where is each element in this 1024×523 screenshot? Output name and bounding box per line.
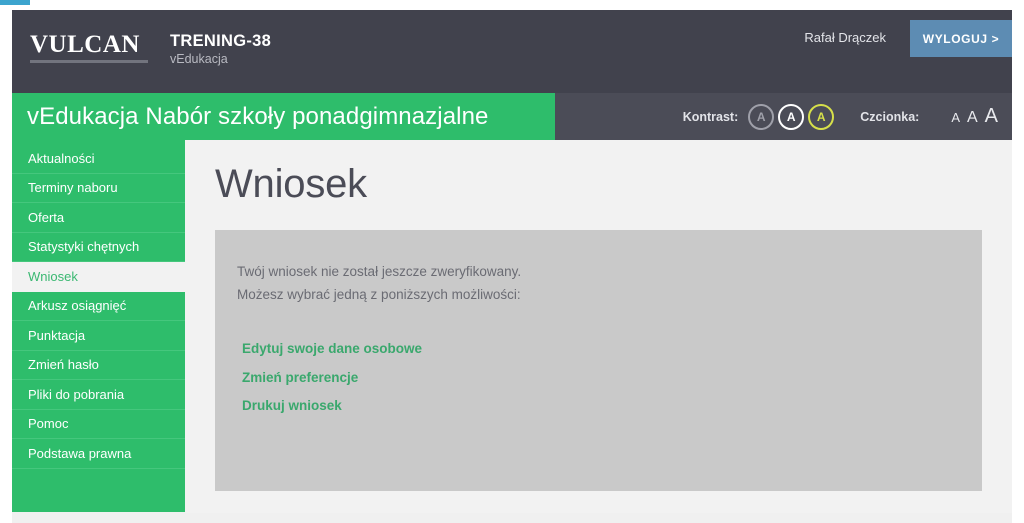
contrast-options: A A A (748, 103, 835, 130)
logged-in-user-name: Rafał Drączek (804, 30, 886, 45)
contrast-option-2[interactable]: A (778, 103, 805, 130)
status-line-1: Twój wniosek nie został jeszcze zweryfik… (237, 264, 522, 279)
sidebar-nav: Aktualności Terminy naboru Oferta Statys… (12, 140, 185, 512)
sidebar-item-pomoc[interactable]: Pomoc (12, 410, 185, 439)
link-drukuj-wniosek[interactable]: Drukuj wniosek (242, 398, 342, 413)
sidebar-item-zmien-haslo[interactable]: Zmień hasło (12, 351, 185, 380)
sidebar-item-statystyki-chetnych[interactable]: Statystyki chętnych (12, 233, 185, 262)
vulcan-logo-text: VULCAN (30, 31, 140, 58)
logout-button[interactable]: WYLOGUJ > (910, 20, 1012, 57)
sidebar-item-podstawa-prawna[interactable]: Podstawa prawna (12, 439, 185, 469)
accessibility-tools: Kontrast: A A A Czcionka: A A A (683, 93, 1004, 140)
sidebar-item-wniosek[interactable]: Wniosek (12, 262, 185, 292)
font-size-small[interactable]: A (951, 110, 960, 125)
top-header-bar: VULCAN TRENING-38 vEdukacja Rafał Drącze… (12, 10, 1012, 93)
sidebar-item-arkusz-osiagniec[interactable]: Arkusz osiągnięć (12, 292, 185, 321)
vulcan-logo: VULCAN (30, 32, 166, 63)
font-size-options: A A A (951, 105, 1004, 128)
link-edytuj-dane-osobowe[interactable]: Edytuj swoje dane osobowe (242, 341, 422, 356)
page-title: Wniosek (215, 162, 367, 206)
browser-loading-strip (0, 0, 30, 5)
sidebar-item-terminy-naboru[interactable]: Terminy naboru (12, 174, 185, 203)
contrast-label: Kontrast: (682, 109, 739, 124)
link-zmien-preferencje[interactable]: Zmień preferencje (242, 370, 358, 385)
font-size-label: Czcionka: (860, 109, 920, 124)
sidebar-item-aktualnosci[interactable]: Aktualności (12, 144, 185, 174)
font-size-medium[interactable]: A (967, 109, 978, 127)
banner-bar: vEdukacja Nabór szkoły ponadgimnazjalne … (12, 93, 1012, 140)
app-name-block: TRENING-38 vEdukacja (166, 32, 271, 67)
sidebar-item-oferta[interactable]: Oferta (12, 203, 185, 233)
app-subtitle: vEdukacja (170, 51, 228, 66)
sidebar-item-pliki-do-pobrania[interactable]: Pliki do pobrania (12, 380, 185, 410)
contrast-option-1[interactable]: A (748, 103, 775, 130)
status-line-2: Możesz wybrać jedną z poniższych możliwo… (237, 287, 521, 302)
banner-title: vEdukacja Nabór szkoły ponadgimnazjalne (27, 102, 489, 130)
app-title: TRENING-38 (170, 32, 272, 50)
wniosek-status-panel: Twój wniosek nie został jeszcze zweryfik… (215, 230, 982, 491)
contrast-option-3-selected[interactable]: A (808, 103, 835, 130)
main-content: Wniosek Twój wniosek nie został jeszcze … (185, 140, 1012, 513)
banner-title-block: vEdukacja Nabór szkoły ponadgimnazjalne (12, 93, 555, 140)
brand-block: VULCAN TRENING-38 vEdukacja (30, 32, 271, 67)
font-size-large[interactable]: A (985, 105, 998, 128)
sidebar-item-punktacja[interactable]: Punktacja (12, 321, 185, 351)
vulcan-logo-underline (30, 60, 148, 63)
app-screenshot: VULCAN TRENING-38 vEdukacja Rafał Drącze… (0, 0, 1024, 523)
